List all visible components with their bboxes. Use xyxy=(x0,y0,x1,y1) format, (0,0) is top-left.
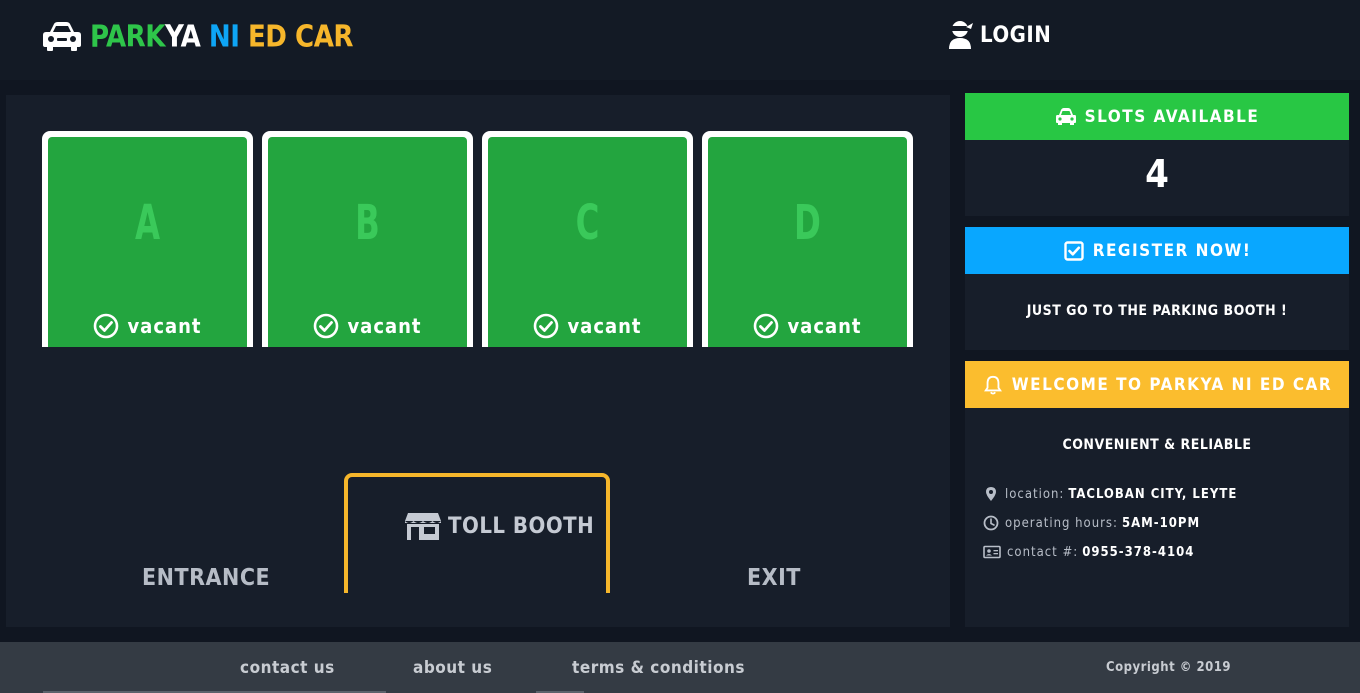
map-marker-icon xyxy=(986,487,996,501)
parking-slot-d[interactable]: D vacant xyxy=(702,131,913,347)
login-label: LOGIN xyxy=(980,22,1052,48)
terms-link[interactable]: terms & conditions xyxy=(572,658,745,678)
check-square-icon xyxy=(1063,240,1084,261)
user-ninja-icon xyxy=(949,21,973,49)
contact-us-link[interactable]: contact us xyxy=(240,658,335,678)
register-header[interactable]: REGISTER NOW! xyxy=(965,227,1349,274)
slot-status: vacant xyxy=(488,313,687,339)
slot-status: vacant xyxy=(268,313,467,339)
welcome-card: WELCOME TO PARKYA NI ED CAR CONVENIENT &… xyxy=(965,361,1349,627)
slot-body: D vacant xyxy=(708,137,907,347)
register-text: JUST GO TO THE PARKING BOOTH ! xyxy=(1026,303,1288,319)
brand-part-4: ED CAR xyxy=(247,18,354,54)
toll-booth-label-group: TOLL BOOTH xyxy=(404,511,594,541)
brand-part-2: YA xyxy=(164,18,201,54)
car-icon xyxy=(1055,107,1076,125)
id-card-icon xyxy=(983,545,1001,559)
exit-label: EXIT xyxy=(747,565,801,591)
location-label: location: xyxy=(1005,486,1065,502)
slot-status-label: vacant xyxy=(347,314,422,338)
parking-slot-a[interactable]: A vacant xyxy=(42,131,253,347)
car-icon xyxy=(43,22,81,51)
toll-booth: TOLL BOOTH xyxy=(344,473,610,593)
hours-value: 5AM-10PM xyxy=(1121,515,1201,531)
slot-letter: C xyxy=(575,195,600,251)
brand-part-1: PARK xyxy=(90,18,165,54)
slot-letter: A xyxy=(134,195,161,251)
slot-body: C vacant xyxy=(488,137,687,347)
slots-available-card: SLOTS AVAILABLE 4 xyxy=(965,93,1349,216)
check-circle-icon xyxy=(94,313,119,339)
slot-status: vacant xyxy=(708,313,907,339)
slots-available-header: SLOTS AVAILABLE xyxy=(965,93,1349,140)
parking-slot-c[interactable]: C vacant xyxy=(482,131,693,347)
slot-status-label: vacant xyxy=(127,314,202,338)
location-info: location: TACLOBAN CITY, LEYTE xyxy=(983,486,1237,502)
location-value: TACLOBAN CITY, LEYTE xyxy=(1068,486,1238,502)
slot-status-label: vacant xyxy=(787,314,862,338)
slot-letter: D xyxy=(794,195,821,251)
slot-status: vacant xyxy=(48,313,247,339)
contact-value: 0955-378-4104 xyxy=(1082,544,1195,560)
slots-available-count: 4 xyxy=(1145,152,1169,196)
contact-label: contact #: xyxy=(1007,544,1079,560)
clock-icon xyxy=(983,515,999,531)
slot-status-label: vacant xyxy=(567,314,642,338)
slot-letter: B xyxy=(355,195,380,251)
check-circle-icon xyxy=(534,313,559,339)
slot-body: B vacant xyxy=(268,137,467,347)
register-card: REGISTER NOW! JUST GO TO THE PARKING BOO… xyxy=(965,227,1349,350)
slot-body: A vacant xyxy=(48,137,247,347)
footer: contact us about us terms & conditions C… xyxy=(0,642,1360,693)
copyright: Copyright © 2019 xyxy=(1106,660,1232,675)
store-icon xyxy=(405,513,441,540)
toll-booth-label: TOLL BOOTH xyxy=(448,513,595,539)
entrance-label: ENTRANCE xyxy=(142,565,271,591)
slots-available-title: SLOTS AVAILABLE xyxy=(1084,106,1260,127)
parking-lot-panel: A vacant B vacant C vacant D vacant TOLL… xyxy=(6,95,950,627)
login-link[interactable]: LOGIN xyxy=(948,18,1051,52)
brand-name: PARKYA NI ED CAR xyxy=(90,18,353,54)
brand-logo[interactable]: PARKYA NI ED CAR xyxy=(42,14,353,58)
check-circle-icon xyxy=(754,313,779,339)
register-title: REGISTER NOW! xyxy=(1092,240,1252,261)
about-us-link[interactable]: about us xyxy=(413,658,492,678)
check-circle-icon xyxy=(314,313,339,339)
bell-icon xyxy=(983,375,1002,395)
tagline: CONVENIENT & RELIABLE xyxy=(1062,437,1252,453)
contact-info: contact #: 0955-378-4104 xyxy=(983,544,1194,560)
welcome-header: WELCOME TO PARKYA NI ED CAR xyxy=(965,361,1349,408)
brand-part-3: NI xyxy=(208,18,240,54)
parking-slot-b[interactable]: B vacant xyxy=(262,131,473,347)
top-navbar: PARKYA NI ED CAR LOGIN xyxy=(0,0,1360,80)
hours-info: operating hours: 5AM-10PM xyxy=(983,515,1200,531)
hours-label: operating hours: xyxy=(1005,515,1118,531)
welcome-title: WELCOME TO PARKYA NI ED CAR xyxy=(1011,374,1333,395)
